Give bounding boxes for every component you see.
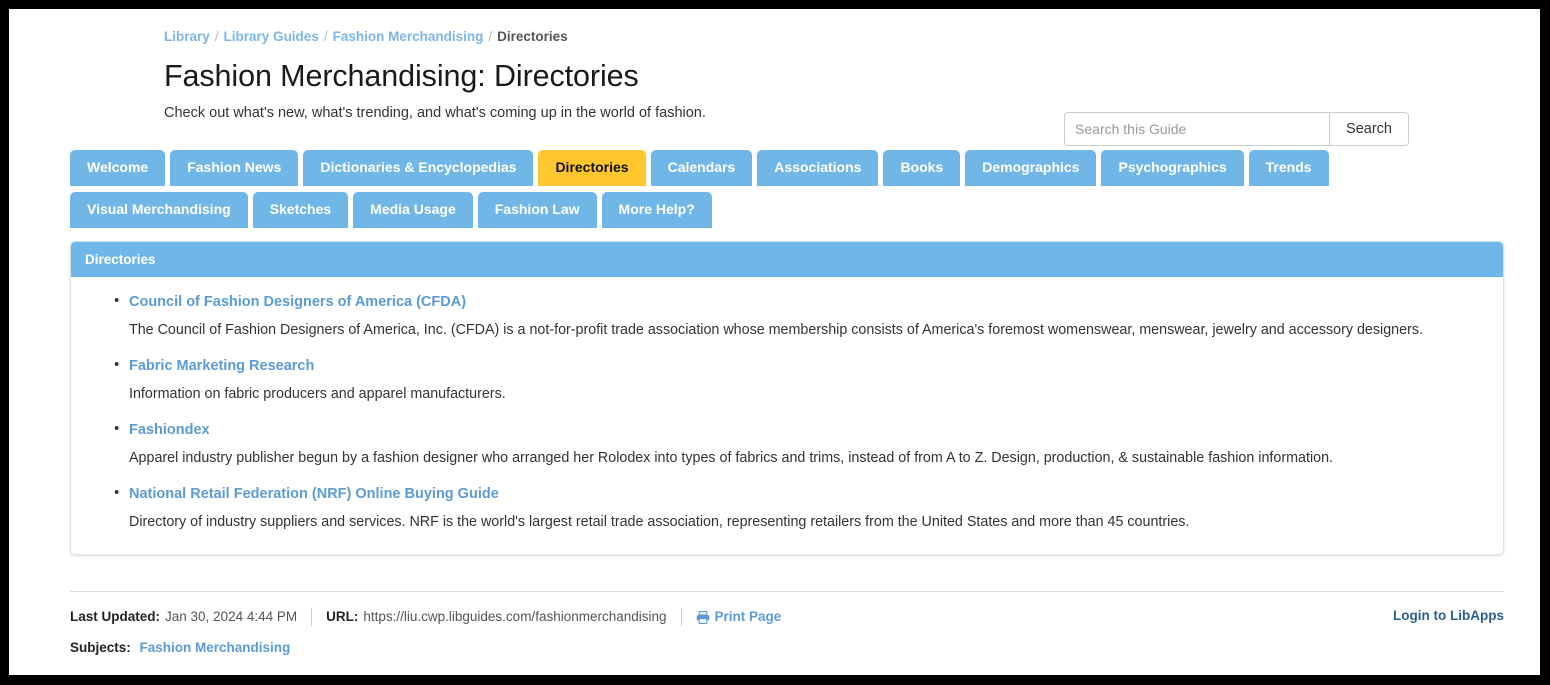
tab-welcome[interactable]: Welcome [70,150,165,186]
page-canvas: Library/Library Guides/Fashion Merchandi… [9,9,1540,675]
guide-tab-nav: Welcome Fashion News Dictionaries & Ency… [70,150,1504,228]
search-button[interactable]: Search [1329,112,1409,146]
content-box-directories: Directories Council of Fashion Designers… [70,241,1504,555]
list-item: National Retail Federation (NRF) Online … [129,485,1485,532]
directory-description: Apparel industry publisher begun by a fa… [129,449,1485,468]
url-value: https://liu.cwp.libguides.com/fashionmer… [358,608,666,626]
breadcrumb: Library/Library Guides/Fashion Merchandi… [164,9,1504,46]
screenshot-frame: Library/Library Guides/Fashion Merchandi… [0,0,1550,685]
tab-visual-merchandising[interactable]: Visual Merchandising [70,192,248,228]
tab-books[interactable]: Books [883,150,960,186]
directory-link-cfda[interactable]: Council of Fashion Designers of America … [129,293,466,312]
directory-description: The Council of Fashion Designers of Amer… [129,321,1485,340]
directory-link-list: Council of Fashion Designers of America … [89,293,1485,532]
url-label: URL: [326,608,358,626]
print-page-button[interactable]: Print Page [696,608,782,626]
content-box-body: Council of Fashion Designers of America … [71,277,1503,554]
breadcrumb-separator: / [483,29,497,44]
directory-link-fabric-marketing-research[interactable]: Fabric Marketing Research [129,357,314,376]
breadcrumb-separator: / [210,29,224,44]
footer-divider [681,608,682,626]
search-input[interactable] [1064,112,1329,146]
tab-demographics[interactable]: Demographics [965,150,1096,186]
guide-footer: Last Updated: Jan 30, 2024 4:44 PM URL: … [70,591,1504,657]
directory-description: Directory of industry suppliers and serv… [129,513,1485,532]
list-item: Fashiondex Apparel industry publisher be… [129,421,1485,468]
footer-divider [311,608,312,626]
breadcrumb-item-library-guides[interactable]: Library Guides [224,29,319,44]
tab-calendars[interactable]: Calendars [651,150,753,186]
list-item: Council of Fashion Designers of America … [129,293,1485,340]
footer-subjects-row: Subjects: Fashion Merchandising [70,639,1504,657]
directory-link-nrf-online-buying-guide[interactable]: National Retail Federation (NRF) Online … [129,485,499,504]
tab-psychographics[interactable]: Psychographics [1101,150,1243,186]
directory-description: Information on fabric producers and appa… [129,385,1485,404]
tab-media-usage[interactable]: Media Usage [353,192,473,228]
last-updated-label: Last Updated: [70,608,160,626]
page-inner: Library/Library Guides/Fashion Merchandi… [164,9,1504,657]
footer-meta-row: Last Updated: Jan 30, 2024 4:44 PM URL: … [70,608,1504,626]
guide-header: Fashion Merchandising: Directories Check… [164,58,1504,122]
tab-fashion-law[interactable]: Fashion Law [478,192,597,228]
tab-associations[interactable]: Associations [757,150,878,186]
page-title: Fashion Merchandising: Directories [164,58,1504,94]
content-box-heading: Directories [71,242,1503,277]
breadcrumb-item-current: Directories [497,29,568,44]
breadcrumb-separator: / [319,29,333,44]
guide-search: Search [1064,112,1409,146]
tab-fashion-news[interactable]: Fashion News [170,150,298,186]
print-page-label: Print Page [715,608,782,626]
login-to-libapps-link[interactable]: Login to LibApps [1393,608,1504,623]
printer-icon [696,611,710,624]
subject-link-fashion-merchandising[interactable]: Fashion Merchandising [135,640,291,655]
tab-more-help[interactable]: More Help? [602,192,712,228]
subjects-label: Subjects: [70,640,131,655]
tab-sketches[interactable]: Sketches [253,192,348,228]
list-item: Fabric Marketing Research Information on… [129,357,1485,404]
directory-link-fashiondex[interactable]: Fashiondex [129,421,210,440]
breadcrumb-item-library[interactable]: Library [164,29,210,44]
tab-directories[interactable]: Directories [538,150,645,186]
tab-trends[interactable]: Trends [1249,150,1329,186]
last-updated-value: Jan 30, 2024 4:44 PM [160,608,297,626]
breadcrumb-item-fashion-merchandising[interactable]: Fashion Merchandising [333,29,484,44]
tab-dictionaries-encyclopedias[interactable]: Dictionaries & Encyclopedias [303,150,533,186]
